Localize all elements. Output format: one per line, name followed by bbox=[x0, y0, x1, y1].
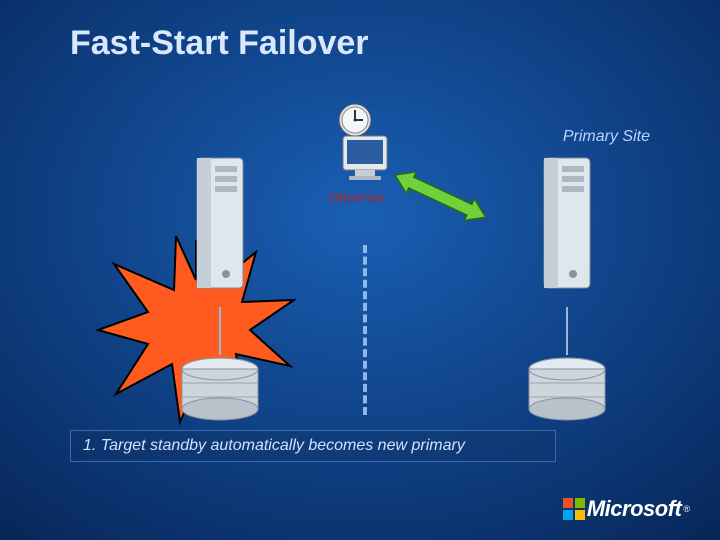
connector-line bbox=[566, 307, 568, 355]
server-tower-icon bbox=[175, 152, 265, 302]
registered-mark: ® bbox=[683, 504, 690, 514]
slide-title: Fast-Start Failover bbox=[70, 24, 369, 63]
disk-stack-icon bbox=[170, 355, 270, 425]
new-primary-system bbox=[497, 152, 637, 430]
primary-site-label: Primary Site bbox=[563, 128, 650, 146]
caption-step: 1. Target standby automatically becomes … bbox=[70, 430, 556, 462]
server-tower-icon bbox=[522, 152, 612, 302]
observer-label: Observer bbox=[328, 189, 386, 205]
failed-primary-system bbox=[150, 152, 290, 430]
microsoft-logo: Microsoft ® bbox=[563, 496, 690, 522]
disk-stack-icon bbox=[517, 355, 617, 425]
observer-node bbox=[315, 98, 405, 188]
logo-text: Microsoft bbox=[587, 496, 682, 522]
site-divider bbox=[363, 245, 367, 415]
observer-icon bbox=[315, 98, 405, 188]
windows-flag-icon bbox=[563, 498, 585, 520]
connector-line bbox=[219, 307, 221, 355]
